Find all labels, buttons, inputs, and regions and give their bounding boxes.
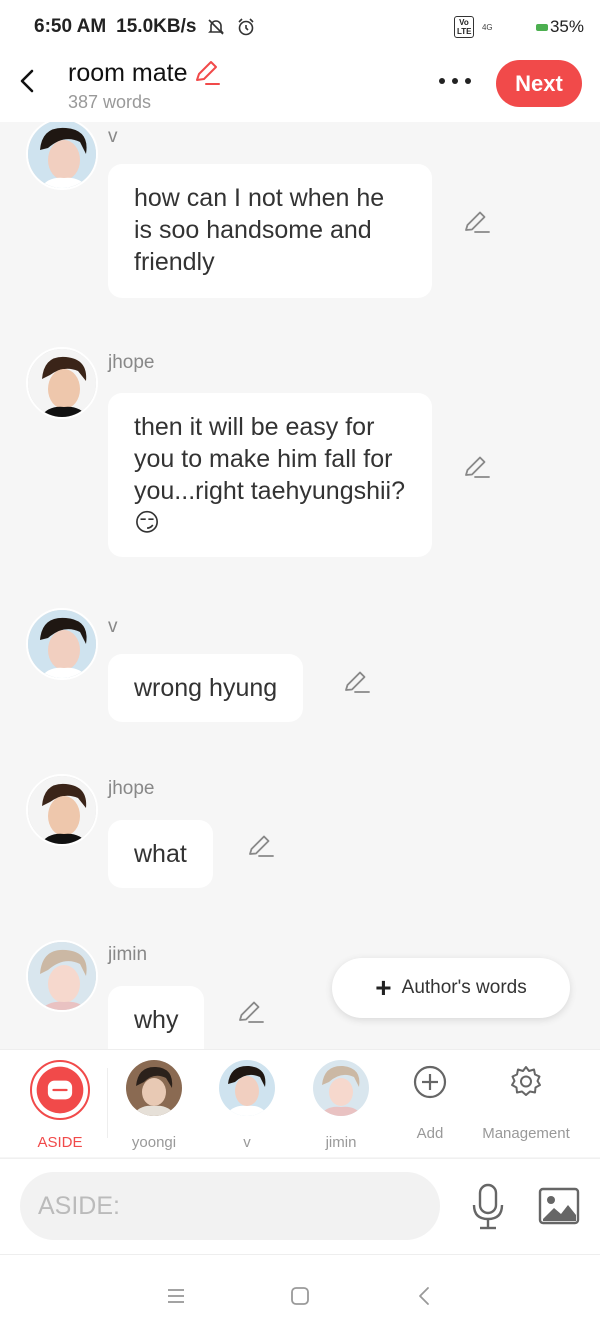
- authors-words-label: Author's words: [401, 977, 527, 998]
- character-bar: ASIDE yoongi v jimin Add Management: [0, 1049, 600, 1157]
- edit-message-icon[interactable]: [247, 832, 275, 860]
- system-nav-bar: [0, 1254, 600, 1333]
- portrait-jimin: [313, 1060, 369, 1116]
- header: room mate 387 words Next: [0, 54, 600, 122]
- character-v[interactable]: v: [202, 1060, 292, 1151]
- bell-off-icon: [208, 19, 225, 35]
- next-button[interactable]: Next: [496, 60, 582, 107]
- avatar-jhope[interactable]: [26, 347, 98, 419]
- portrait-jimin: [28, 942, 96, 1010]
- edit-title-icon[interactable]: [191, 58, 221, 88]
- volte-badge: Vo LTE: [453, 16, 474, 38]
- character-yoongi[interactable]: yoongi: [109, 1060, 199, 1151]
- alarm-icon: [238, 18, 255, 36]
- aside-avatar: [30, 1060, 90, 1120]
- plus-icon: +: [375, 972, 392, 1003]
- edit-message-icon[interactable]: [463, 453, 491, 481]
- character-label: v: [243, 1134, 251, 1151]
- chat-area: v how can I not when he is soo handsome …: [0, 122, 600, 1049]
- character-aside[interactable]: ASIDE: [15, 1060, 105, 1151]
- back-nav-icon[interactable]: [414, 1285, 436, 1307]
- management-label: Management: [482, 1125, 570, 1142]
- status-speed: 15.0KB/s: [116, 16, 197, 37]
- word-count: 387 words: [68, 92, 152, 112]
- avatar-yoongi: [126, 1060, 182, 1116]
- story-title: room mate: [68, 58, 188, 87]
- battery-icon: [535, 23, 548, 31]
- management-button[interactable]: Management: [474, 1064, 578, 1142]
- sender-name: jhope: [108, 778, 155, 799]
- status-left: 6:50 AM 15.0KB/s: [34, 16, 256, 38]
- back-icon[interactable]: [14, 66, 42, 96]
- gear-icon: [511, 1066, 541, 1096]
- character-label: ASIDE: [37, 1134, 83, 1151]
- avatar-v[interactable]: [26, 608, 98, 680]
- status-bar: 6:50 AM 15.0KB/s Vo LTE 4G 35%: [0, 0, 600, 54]
- portrait-yoongi: [126, 1060, 182, 1116]
- sender-name: jhope: [108, 352, 155, 373]
- aside-input[interactable]: ASIDE:: [20, 1172, 440, 1240]
- battery-level: 35%: [549, 17, 584, 36]
- avatar-v: [219, 1060, 275, 1116]
- message-bubble[interactable]: why: [108, 986, 205, 1049]
- network-indicator: 4G: [481, 22, 493, 32]
- divider: [107, 1068, 108, 1138]
- more-options-icon[interactable]: [436, 66, 474, 96]
- edit-message-icon[interactable]: [463, 208, 491, 236]
- portrait-jhope: [28, 776, 96, 844]
- home-icon[interactable]: [289, 1285, 311, 1307]
- status-time: 6:50 AM: [34, 16, 107, 37]
- input-row: ASIDE:: [0, 1158, 600, 1254]
- title-row: room mate: [68, 58, 221, 88]
- character-label: yoongi: [131, 1134, 177, 1151]
- character-jimin[interactable]: jimin: [296, 1060, 386, 1151]
- menu-icon[interactable]: [165, 1285, 187, 1307]
- message-bubble[interactable]: how can I not when he is soo handsome an…: [108, 164, 432, 298]
- portrait-v: [219, 1060, 275, 1116]
- edit-message-icon[interactable]: [343, 668, 371, 696]
- avatar-jhope[interactable]: [26, 774, 98, 846]
- authors-words-button[interactable]: + Author's words: [332, 958, 570, 1018]
- image-icon[interactable]: [538, 1187, 580, 1225]
- add-label: Add: [416, 1125, 444, 1142]
- portrait-jhope: [28, 349, 96, 417]
- message-bubble[interactable]: what: [108, 820, 213, 888]
- avatar-jimin[interactable]: [26, 940, 98, 1012]
- status-right: Vo LTE 4G 35%: [453, 16, 584, 38]
- portrait-v: [28, 122, 96, 188]
- sender-name: v: [108, 616, 118, 637]
- sender-name: jimin: [108, 944, 148, 965]
- avatar-v[interactable]: [26, 122, 98, 190]
- add-circle-icon: [413, 1065, 447, 1099]
- portrait-v: [28, 610, 96, 678]
- message-bubble[interactable]: then it will be easy for you to make him…: [108, 393, 432, 557]
- microphone-icon[interactable]: [470, 1183, 506, 1231]
- aside-chat-icon: [36, 1066, 84, 1114]
- message-bubble[interactable]: wrong hyung: [108, 654, 304, 722]
- character-label: jimin: [325, 1134, 357, 1151]
- avatar-jimin: [313, 1060, 369, 1116]
- sender-name: v: [108, 126, 118, 147]
- add-character-button[interactable]: Add: [400, 1064, 460, 1142]
- edit-message-icon[interactable]: [237, 998, 265, 1026]
- battery-indicator: 35%: [535, 17, 584, 37]
